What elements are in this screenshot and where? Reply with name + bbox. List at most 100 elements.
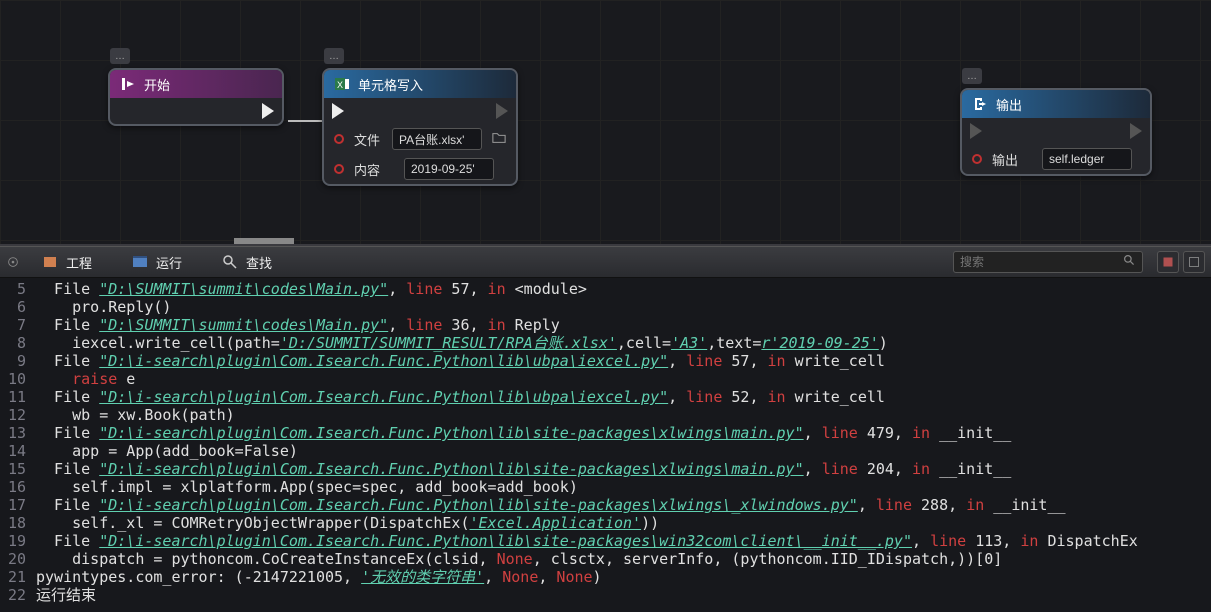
tab-project-label: 工程: [66, 253, 92, 272]
node-output-title: 输出: [996, 95, 1022, 114]
output-icon: [972, 96, 988, 112]
param-out-label: 输出: [992, 150, 1032, 169]
panel-settings-button[interactable]: [1157, 251, 1179, 273]
tab-project[interactable]: 工程: [22, 247, 112, 277]
console-line: 5 File "D:\SUMMIT\summit\codes\Main.py",…: [0, 280, 1211, 298]
line-body: 运行结束: [36, 586, 96, 604]
line-number: 7: [0, 316, 36, 334]
console-line: 14 app = App(add_book=False): [0, 442, 1211, 460]
line-number: 17: [0, 496, 36, 514]
console-line: 15 File "D:\i-search\plugin\Com.Isearch.…: [0, 460, 1211, 478]
line-number: 19: [0, 532, 36, 550]
param-content-row: 内容: [324, 154, 516, 184]
output-out-port[interactable]: [1130, 123, 1142, 139]
console-line: 11 File "D:\i-search\plugin\Com.Isearch.…: [0, 388, 1211, 406]
line-body: pro.Reply(): [36, 298, 171, 316]
node-output[interactable]: … 输出 输出: [960, 88, 1152, 176]
line-number: 9: [0, 352, 36, 370]
console-line: 16 self.impl = xlplatform.App(spec=spec,…: [0, 478, 1211, 496]
console-line: 19 File "D:\i-search\plugin\Com.Isearch.…: [0, 532, 1211, 550]
console-line: 7 File "D:\SUMMIT\summit\codes\Main.py",…: [0, 316, 1211, 334]
output-in-port[interactable]: [970, 123, 982, 139]
line-body: File "D:\i-search\plugin\Com.Isearch.Fun…: [36, 388, 885, 406]
flow-canvas[interactable]: … 开始 … X 单元格写入 文件: [0, 0, 1211, 246]
line-number: 15: [0, 460, 36, 478]
param-out-input[interactable]: [1042, 148, 1132, 170]
line-number: 6: [0, 298, 36, 316]
console-line: 9 File "D:\i-search\plugin\Com.Isearch.F…: [0, 352, 1211, 370]
line-body: wb = xw.Book(path): [36, 406, 235, 424]
node-tag-icon: …: [110, 48, 130, 64]
line-body: dispatch = pythoncom.CoCreateInstanceEx(…: [36, 550, 1002, 568]
start-out-port[interactable]: [262, 103, 274, 119]
canvas-scrollbar[interactable]: [234, 238, 294, 244]
search-box[interactable]: [953, 251, 1143, 273]
tab-find-label: 查找: [246, 253, 272, 272]
line-number: 21: [0, 568, 36, 586]
node-start[interactable]: … 开始: [108, 68, 284, 126]
node-start-header: 开始: [110, 70, 282, 98]
tab-run[interactable]: 运行: [112, 247, 202, 277]
line-number: 13: [0, 424, 36, 442]
console-line: 8 iexcel.write_cell(path='D:/SUMMIT/SUMM…: [0, 334, 1211, 352]
line-number: 8: [0, 334, 36, 352]
console-line: 20 dispatch = pythoncom.CoCreateInstance…: [0, 550, 1211, 568]
line-body: File "D:\i-search\plugin\Com.Isearch.Fun…: [36, 352, 885, 370]
tab-find[interactable]: 查找: [202, 247, 292, 277]
node-excel-title: 单元格写入: [358, 75, 423, 94]
excel-out-port[interactable]: [496, 103, 508, 119]
panel-maximize-button[interactable]: [1183, 251, 1205, 273]
node-excel-header: X 单元格写入: [324, 70, 516, 98]
line-number: 12: [0, 406, 36, 424]
svg-text:X: X: [337, 80, 343, 90]
console-line: 18 self._xl = COMRetryObjectWrapper(Disp…: [0, 514, 1211, 532]
param-out-row: 输出: [962, 144, 1150, 174]
project-icon: [42, 254, 58, 270]
line-number: 20: [0, 550, 36, 568]
node-tag-icon: …: [962, 68, 982, 84]
line-body: File "D:\i-search\plugin\Com.Isearch.Fun…: [36, 532, 1138, 550]
folder-open-icon[interactable]: [492, 131, 506, 147]
node-output-header: 输出: [962, 90, 1150, 118]
search-input[interactable]: [960, 255, 1123, 269]
param-content-input[interactable]: [404, 158, 494, 180]
param-content-label: 内容: [354, 160, 394, 179]
search-icon[interactable]: [1123, 254, 1136, 270]
line-body: raise e: [36, 370, 135, 388]
line-body: File "D:\i-search\plugin\Com.Isearch.Fun…: [36, 460, 1011, 478]
line-number: 11: [0, 388, 36, 406]
param-dot-icon: [334, 134, 344, 144]
tab-run-label: 运行: [156, 253, 182, 272]
line-body: iexcel.write_cell(path='D:/SUMMIT/SUMMIT…: [36, 334, 888, 352]
line-body: File "D:\i-search\plugin\Com.Isearch.Fun…: [36, 496, 1066, 514]
line-number: 18: [0, 514, 36, 532]
run-icon: [132, 254, 148, 270]
edge-start-to-excel: [288, 120, 326, 122]
console-line: 6 pro.Reply(): [0, 298, 1211, 316]
line-number: 16: [0, 478, 36, 496]
line-body: File "D:\SUMMIT\summit\codes\Main.py", l…: [36, 280, 587, 298]
console-output[interactable]: 5 File "D:\SUMMIT\summit\codes\Main.py",…: [0, 278, 1211, 612]
line-number: 22: [0, 586, 36, 604]
panel-gear-icon[interactable]: [4, 253, 22, 271]
console-line: 10 raise e: [0, 370, 1211, 388]
node-tag-icon: …: [324, 48, 344, 64]
line-body: pywintypes.com_error: (-2147221005, '无效的…: [36, 568, 602, 586]
console-line: 13 File "D:\i-search\plugin\Com.Isearch.…: [0, 424, 1211, 442]
param-dot-icon: [334, 164, 344, 174]
line-number: 14: [0, 442, 36, 460]
param-file-label: 文件: [354, 130, 382, 149]
start-icon: [120, 76, 136, 92]
excel-icon: X: [334, 76, 350, 92]
param-file-input[interactable]: [392, 128, 482, 150]
line-body: app = App(add_book=False): [36, 442, 298, 460]
line-body: self._xl = COMRetryObjectWrapper(Dispatc…: [36, 514, 659, 532]
node-excel-write[interactable]: … X 单元格写入 文件 内容: [322, 68, 518, 186]
bottom-panel-tabs: 工程 运行 查找: [0, 246, 1211, 278]
param-dot-icon: [972, 154, 982, 164]
excel-in-port[interactable]: [332, 103, 344, 119]
node-start-title: 开始: [144, 75, 170, 94]
line-body: self.impl = xlplatform.App(spec=spec, ad…: [36, 478, 578, 496]
param-file-row: 文件: [324, 124, 516, 154]
line-body: File "D:\i-search\plugin\Com.Isearch.Fun…: [36, 424, 1011, 442]
